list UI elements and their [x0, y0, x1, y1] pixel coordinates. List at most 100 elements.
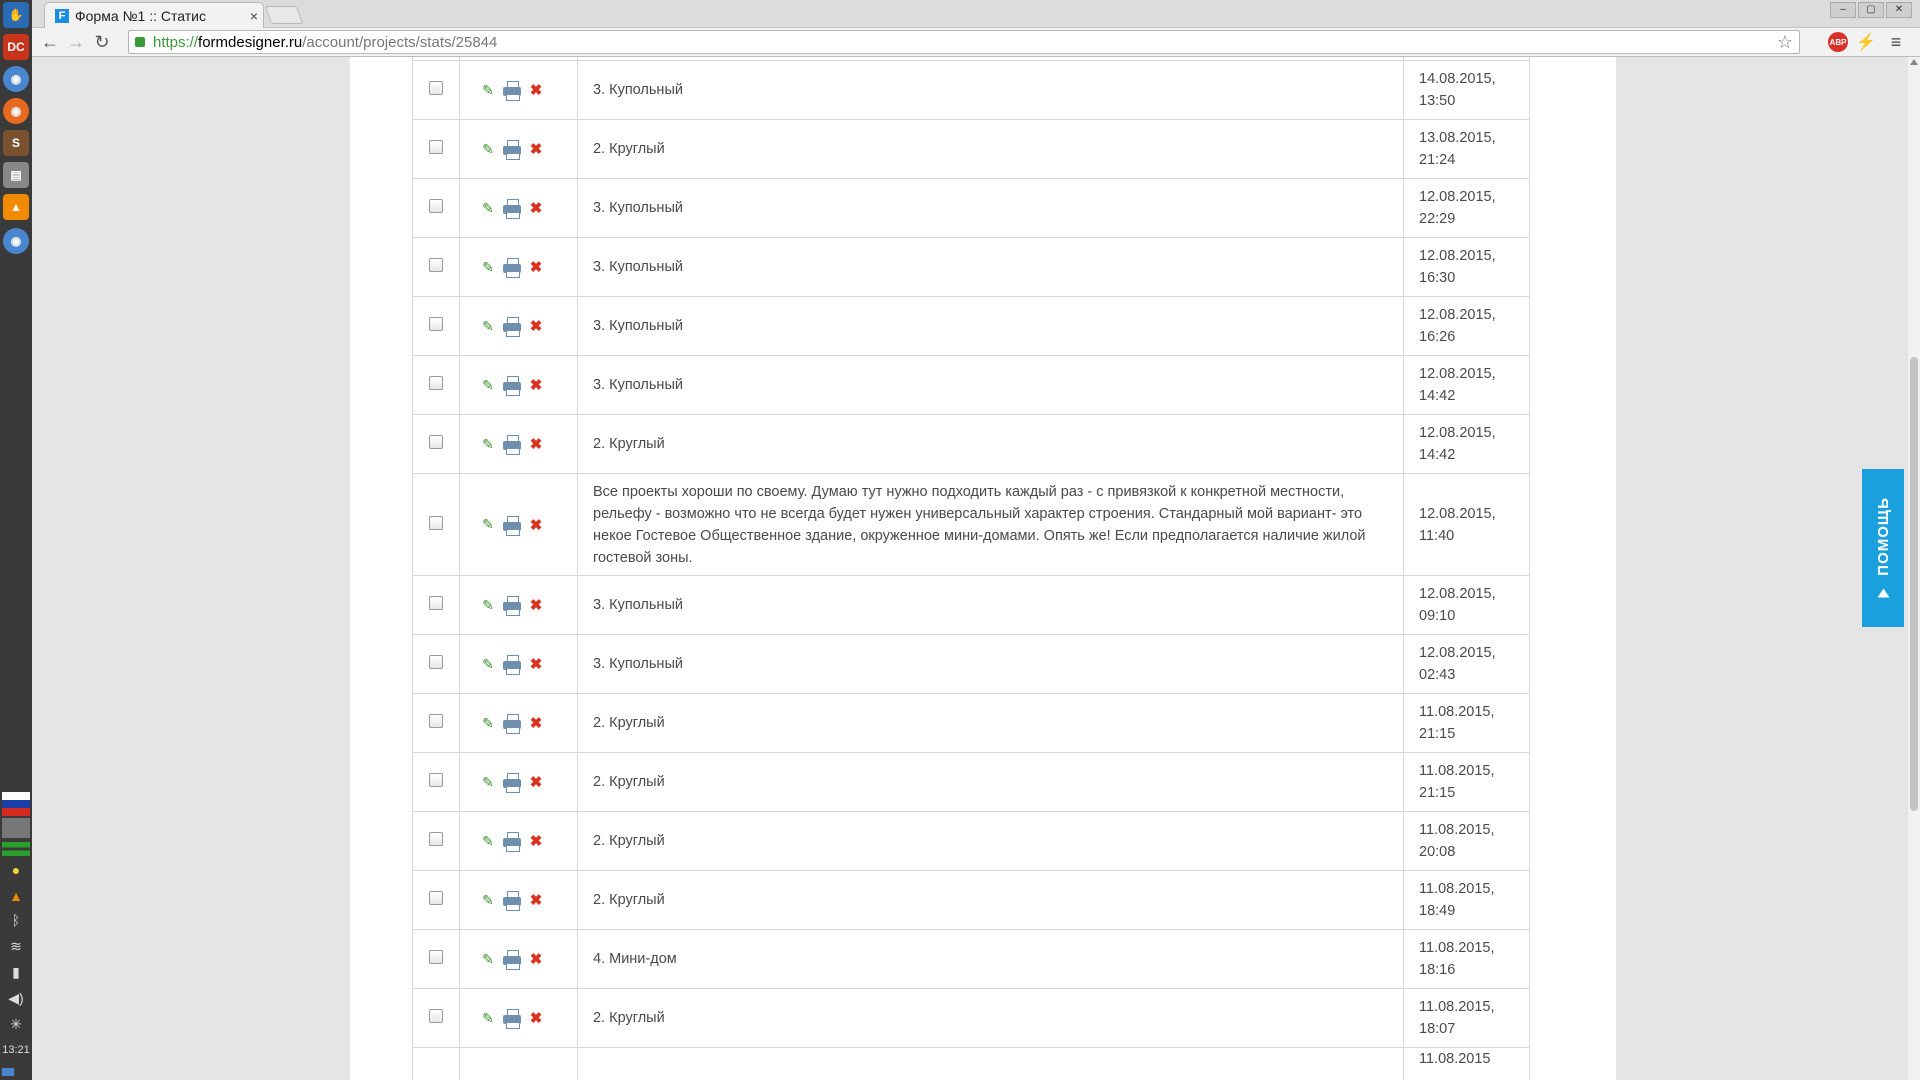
edit-icon[interactable]: ✎ — [480, 436, 496, 452]
s-app-icon[interactable]: S — [3, 130, 29, 156]
print-icon[interactable] — [502, 655, 522, 675]
dc-icon[interactable]: DC — [3, 34, 29, 60]
delete-icon[interactable]: ✖ — [528, 141, 544, 158]
chromium-icon[interactable]: ◉ — [3, 66, 29, 92]
row-checkbox[interactable] — [429, 1009, 443, 1023]
row-checkbox[interactable] — [429, 891, 443, 905]
drive-icon[interactable]: ▤ — [3, 162, 29, 188]
print-icon[interactable] — [502, 515, 522, 536]
forward-icon[interactable]: → — [64, 30, 88, 54]
row-checkbox[interactable] — [429, 317, 443, 331]
delete-icon[interactable]: ✖ — [528, 517, 544, 534]
edit-icon[interactable]: ✎ — [480, 892, 496, 908]
delete-icon[interactable]: ✖ — [528, 715, 544, 732]
row-checkbox[interactable] — [429, 435, 443, 449]
clock-time[interactable]: 13:21 — [0, 1044, 32, 1056]
delete-icon[interactable]: ✖ — [528, 774, 544, 791]
bluetooth-icon[interactable]: ᛒ — [4, 910, 28, 930]
start-icon[interactable]: ✋ — [3, 2, 29, 28]
firefox-icon[interactable]: ◉ — [3, 98, 29, 124]
edit-icon[interactable]: ✎ — [480, 259, 496, 275]
print-icon[interactable] — [502, 773, 522, 793]
edit-icon[interactable]: ✎ — [480, 715, 496, 731]
maximize-button[interactable]: ▢ — [1858, 2, 1884, 18]
new-tab-button[interactable] — [264, 6, 304, 24]
row-checkbox[interactable] — [429, 81, 443, 95]
delete-icon[interactable]: ✖ — [528, 833, 544, 850]
tab-stats[interactable]: F Форма №1 :: Статис × — [44, 2, 264, 28]
tab-close-icon[interactable]: × — [245, 8, 263, 24]
flag-ru-icon[interactable] — [2, 792, 30, 816]
print-icon[interactable] — [502, 199, 522, 219]
chromium-icon[interactable]: ◉ — [3, 228, 29, 254]
reload-icon[interactable]: ↻ — [90, 30, 114, 54]
delete-icon[interactable]: ✖ — [528, 377, 544, 394]
address-bar[interactable]: https://formdesigner.ru/account/projects… — [128, 30, 1800, 54]
row-checkbox[interactable] — [429, 258, 443, 272]
menu-icon[interactable]: ≡ — [1886, 32, 1906, 52]
print-icon[interactable] — [502, 317, 522, 337]
clock-icon[interactable]: ✳ — [4, 1014, 28, 1034]
delete-icon[interactable]: ✖ — [528, 259, 544, 276]
flash-icon[interactable]: ⚡ — [1856, 32, 1876, 52]
delete-icon[interactable]: ✖ — [528, 656, 544, 673]
row-checkbox[interactable] — [429, 832, 443, 846]
scrollbar-thumb[interactable] — [1910, 357, 1918, 811]
delete-icon[interactable]: ✖ — [528, 597, 544, 614]
edit-icon[interactable]: ✎ — [480, 200, 496, 216]
delete-icon[interactable]: ✖ — [528, 951, 544, 968]
edit-icon[interactable]: ✎ — [480, 377, 496, 393]
row-checkbox[interactable] — [429, 596, 443, 610]
print-icon[interactable] — [502, 81, 522, 101]
wifi-icon[interactable]: ≋ — [4, 936, 28, 956]
edit-icon[interactable]: ✎ — [480, 1010, 496, 1026]
edit-icon[interactable]: ✎ — [480, 656, 496, 672]
print-icon[interactable] — [502, 714, 522, 734]
print-icon[interactable] — [502, 832, 522, 852]
vlc-icon[interactable]: ▲ — [4, 886, 28, 906]
row-checkbox[interactable] — [429, 376, 443, 390]
print-icon[interactable] — [502, 140, 522, 160]
delete-icon[interactable]: ✖ — [528, 82, 544, 99]
edit-icon[interactable]: ✎ — [480, 516, 496, 533]
print-icon[interactable] — [502, 376, 522, 396]
scroll-up-icon[interactable] — [1910, 59, 1918, 65]
vlc-icon[interactable]: ▲ — [3, 194, 29, 220]
row-checkbox[interactable] — [429, 714, 443, 728]
delete-icon[interactable]: ✖ — [528, 892, 544, 909]
page-scrollbar[interactable] — [1908, 57, 1920, 1080]
show-desktop-button[interactable] — [2, 1068, 14, 1076]
edit-icon[interactable]: ✎ — [480, 774, 496, 790]
print-icon[interactable] — [502, 435, 522, 455]
bulb-icon[interactable]: ● — [4, 860, 28, 880]
row-checkbox[interactable] — [429, 515, 443, 530]
edit-icon[interactable]: ✎ — [480, 141, 496, 157]
minimize-button[interactable]: – — [1830, 2, 1856, 18]
row-checkbox[interactable] — [429, 773, 443, 787]
row-checkbox[interactable] — [429, 950, 443, 964]
row-checkbox[interactable] — [429, 140, 443, 154]
edit-icon[interactable]: ✎ — [480, 82, 496, 98]
print-icon[interactable] — [502, 950, 522, 970]
help-button[interactable]: ПОМОЩЬ — [1862, 469, 1904, 627]
row-checkbox[interactable] — [429, 655, 443, 669]
bookmark-star-icon[interactable]: ☆ — [1777, 31, 1793, 53]
print-icon[interactable] — [502, 258, 522, 278]
edit-icon[interactable]: ✎ — [480, 833, 496, 849]
delete-icon[interactable]: ✖ — [528, 1010, 544, 1027]
edit-icon[interactable]: ✎ — [480, 951, 496, 967]
delete-icon[interactable]: ✖ — [528, 200, 544, 217]
print-icon[interactable] — [502, 596, 522, 616]
delete-icon[interactable]: ✖ — [528, 436, 544, 453]
battery-icon[interactable]: ▮ — [4, 962, 28, 982]
close-window-button[interactable]: ✕ — [1886, 2, 1912, 18]
adblock-icon[interactable]: ABP — [1828, 32, 1848, 52]
edit-icon[interactable]: ✎ — [480, 597, 496, 613]
row-checkbox[interactable] — [429, 199, 443, 213]
volume-icon[interactable]: ◀) — [4, 988, 28, 1008]
print-icon[interactable] — [502, 1009, 522, 1029]
print-icon[interactable] — [502, 891, 522, 911]
edit-icon[interactable]: ✎ — [480, 318, 496, 334]
back-icon[interactable]: ← — [38, 30, 62, 54]
delete-icon[interactable]: ✖ — [528, 318, 544, 335]
